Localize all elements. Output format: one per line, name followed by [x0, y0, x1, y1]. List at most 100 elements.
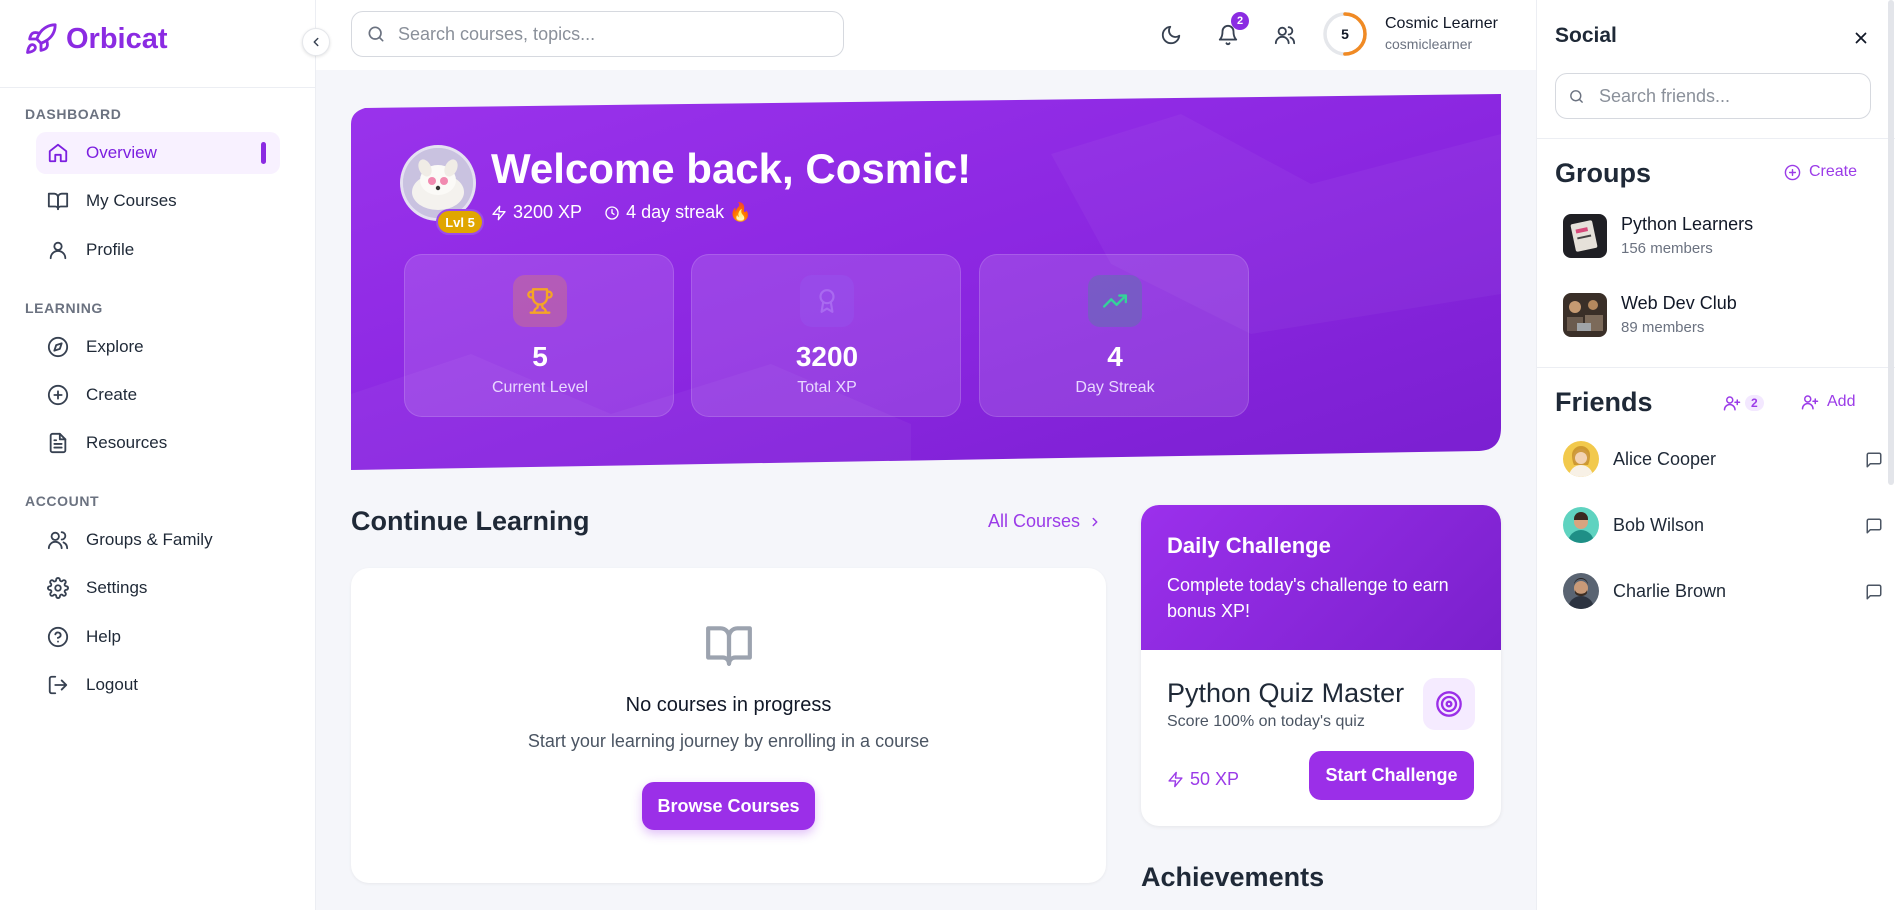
brand[interactable]: Orbicat [24, 22, 168, 56]
close-icon [1852, 29, 1870, 47]
level-badge: Lvl 5 [436, 209, 484, 235]
sidebar-item-label: Groups & Family [86, 530, 213, 549]
sidebar-item-create[interactable]: Create [36, 374, 280, 416]
avatar [1563, 507, 1599, 543]
stat-value: 3200 [795, 341, 859, 372]
all-courses-link[interactable]: All Courses [988, 511, 1102, 532]
active-indicator [261, 142, 266, 164]
user-plus-icon [1801, 393, 1819, 411]
sidebar-item-label: My Courses [86, 191, 177, 210]
sidebar-item-resources[interactable]: Resources [36, 422, 280, 464]
close-button[interactable] [1849, 26, 1873, 50]
sidebar-item-label: Help [86, 627, 121, 646]
challenge-xp: 50 XP [1167, 769, 1239, 790]
message-icon[interactable] [1865, 583, 1883, 601]
streak-text: 4 day streak 🔥 [626, 202, 752, 222]
scrollbar-thumb[interactable] [1888, 0, 1894, 485]
quiz-title: Python Quiz Master [1167, 678, 1405, 708]
empty-title: No courses in progress [625, 694, 832, 716]
sidebar-item-help[interactable]: Help [36, 616, 280, 658]
welcome-title: Welcome back, Cosmic! [491, 145, 972, 192]
sidebar-item-label: Logout [86, 675, 138, 694]
group-avatar [1563, 214, 1607, 258]
collapse-sidebar-button[interactable] [302, 28, 330, 56]
user-handle: cosmiclearner [1385, 36, 1473, 52]
sidebar-item-label: Profile [86, 240, 135, 259]
search-icon [1568, 88, 1585, 105]
sidebar-item-profile[interactable]: Profile [36, 229, 280, 271]
target-icon [1423, 678, 1475, 730]
friend-item[interactable]: Bob Wilson [1563, 507, 1882, 545]
divider [1537, 138, 1895, 139]
browse-courses-button[interactable]: Browse Courses [642, 782, 815, 830]
moon-icon [1160, 24, 1182, 46]
award-icon [800, 275, 854, 327]
sidebar: Orbicat DASHBOARD Overview My Courses Pr… [0, 0, 316, 910]
social-panel: Social Groups Create Python Learners 156… [1536, 0, 1895, 910]
create-group-button[interactable]: Create [1784, 163, 1857, 181]
friend-search-input[interactable] [1599, 85, 1849, 107]
theme-toggle-button[interactable] [1156, 20, 1186, 50]
group-item[interactable]: Web Dev Club 89 members [1563, 293, 1863, 343]
group-name: Web Dev Club [1621, 293, 1737, 313]
book-open-icon [46, 189, 70, 213]
message-icon[interactable] [1865, 451, 1883, 469]
quiz-subtitle: Score 100% on today's quiz [1167, 713, 1365, 730]
sidebar-item-groups-family[interactable]: Groups & Family [36, 519, 280, 561]
level-progress-ring[interactable]: 5 [1322, 11, 1368, 57]
user-plus-icon [1723, 394, 1741, 412]
stat-card-xp: 3200 Total XP [691, 254, 961, 417]
clock-icon [604, 205, 620, 221]
friend-item[interactable]: Alice Cooper [1563, 441, 1882, 479]
add-friend-button[interactable]: Add [1801, 393, 1855, 411]
message-icon[interactable] [1865, 517, 1883, 535]
social-title: Social [1555, 24, 1617, 47]
stat-card-level: 5 Current Level [404, 254, 674, 417]
compass-icon [46, 335, 70, 359]
divider [1537, 367, 1895, 368]
plus-circle-icon [1784, 164, 1801, 181]
create-label: Create [1809, 163, 1858, 180]
stat-card-streak: 4 Day Streak [979, 254, 1249, 417]
group-avatar [1563, 293, 1607, 337]
challenge-header: Daily Challenge Complete today's challen… [1141, 505, 1501, 650]
sidebar-item-my-courses[interactable]: My Courses [36, 180, 280, 222]
group-item[interactable]: Python Learners 156 members [1563, 214, 1863, 264]
avatar [1563, 441, 1599, 477]
sidebar-item-label: Explore [86, 337, 144, 356]
user-level: 5 [1341, 26, 1349, 42]
xp-text: 3200 XP [513, 202, 583, 222]
trending-up-icon [1088, 275, 1142, 327]
search-bar[interactable] [351, 11, 844, 57]
group-name: Python Learners [1621, 214, 1754, 234]
sidebar-item-explore[interactable]: Explore [36, 326, 280, 368]
sidebar-item-settings[interactable]: Settings [36, 567, 280, 609]
plus-circle-icon [46, 383, 70, 407]
section-label-dashboard: DASHBOARD [25, 106, 122, 122]
chevron-right-icon [1088, 515, 1102, 529]
user-name[interactable]: Cosmic Learner [1385, 15, 1498, 33]
stat-value: 5 [532, 341, 548, 372]
user-icon [46, 238, 70, 262]
friend-search-bar[interactable] [1555, 73, 1871, 119]
sidebar-item-label: Settings [86, 578, 148, 597]
search-input[interactable] [398, 23, 818, 45]
logout-icon [46, 673, 70, 697]
friend-item[interactable]: Charlie Brown [1563, 573, 1882, 611]
friend-requests-count: 2 [1745, 395, 1764, 411]
friend-name: Charlie Brown [1613, 581, 1727, 601]
sidebar-item-overview[interactable]: Overview [36, 132, 280, 174]
notifications-button[interactable]: 2 [1213, 12, 1249, 50]
stat-label: Current Level [491, 379, 589, 396]
start-challenge-button[interactable]: Start Challenge [1309, 751, 1474, 800]
friends-button[interactable] [1270, 20, 1300, 50]
sidebar-item-logout[interactable]: Logout [36, 664, 280, 706]
challenge-title: Daily Challenge [1167, 533, 1331, 558]
trophy-icon [513, 275, 567, 327]
book-open-icon [703, 620, 755, 670]
lightning-icon [1167, 771, 1184, 788]
friends-title: Friends [1555, 387, 1653, 417]
avatar [1563, 573, 1599, 609]
friend-requests-button[interactable]: 2 [1723, 394, 1764, 412]
stat-label: Total XP [797, 379, 857, 396]
